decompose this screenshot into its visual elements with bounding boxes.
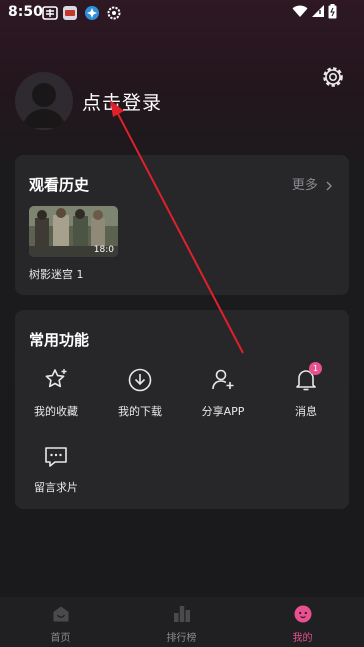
video-duration: 18:0 (93, 245, 114, 255)
message-badge: 1 (309, 362, 322, 375)
avatar[interactable] (15, 72, 73, 130)
tab-mine[interactable]: 我的 (242, 597, 363, 647)
share-user-icon (212, 369, 234, 390)
downloads-label: 我的下载 (118, 405, 162, 418)
tab-home[interactable]: 首页 (0, 597, 121, 647)
messages-button[interactable]: 1 消息 (273, 362, 339, 419)
history-card: 观看历史 更多 18:0 树影迷宫 1 (15, 155, 349, 295)
status-time: 8:50 (8, 4, 43, 20)
star-icon (45, 369, 67, 388)
download-icon (128, 368, 152, 392)
login-link[interactable]: 点击登录 (82, 88, 162, 115)
profile-face-icon (294, 605, 311, 623)
messages-label: 消息 (295, 405, 317, 418)
chevron-right-icon (326, 181, 332, 190)
status-bar: 8:50 (0, 0, 364, 26)
bell-icon-wrapper: 1 (293, 362, 322, 393)
request-film-button[interactable]: 留言求片 (23, 443, 89, 495)
signal-icon (312, 5, 324, 17)
gear-icon[interactable] (320, 64, 346, 90)
notification-app-icon (63, 6, 77, 20)
functions-card: 常用功能 我的收藏 我的下载 分享APP 1 消息 留言求片 (15, 310, 349, 509)
share-app-button[interactable]: 分享APP (190, 367, 256, 419)
favorites-label: 我的收藏 (34, 405, 78, 418)
history-video-thumbnail[interactable]: 18:0 (29, 206, 118, 257)
message-icon (45, 447, 67, 467)
functions-title: 常用功能 (29, 331, 90, 349)
downloads-button[interactable]: 我的下载 (107, 367, 173, 419)
tab-ranking[interactable]: 排行榜 (121, 597, 242, 647)
tab-ranking-label: 排行榜 (166, 633, 197, 644)
history-video-title[interactable]: 树影迷宫 1 (29, 266, 84, 282)
notification-app-icon (42, 6, 58, 20)
battery-icon (328, 4, 337, 19)
request-film-label: 留言求片 (34, 481, 78, 494)
settings-notification-icon (107, 6, 121, 20)
ranking-icon (173, 606, 190, 622)
more-label: 更多 (291, 178, 318, 193)
home-icon (53, 606, 68, 622)
history-more-button[interactable]: 更多 (292, 174, 333, 193)
favorites-button[interactable]: 我的收藏 (23, 367, 89, 419)
bottom-tab-bar: 首页 排行榜 我的 (0, 597, 364, 647)
notification-app-icon (85, 6, 99, 20)
tab-mine-label: 我的 (292, 633, 313, 644)
default-avatar-icon (22, 83, 66, 128)
wifi-icon (292, 5, 308, 17)
share-app-label: 分享APP (201, 405, 245, 418)
history-title: 观看历史 (29, 176, 90, 194)
tab-home-label: 首页 (50, 633, 71, 644)
